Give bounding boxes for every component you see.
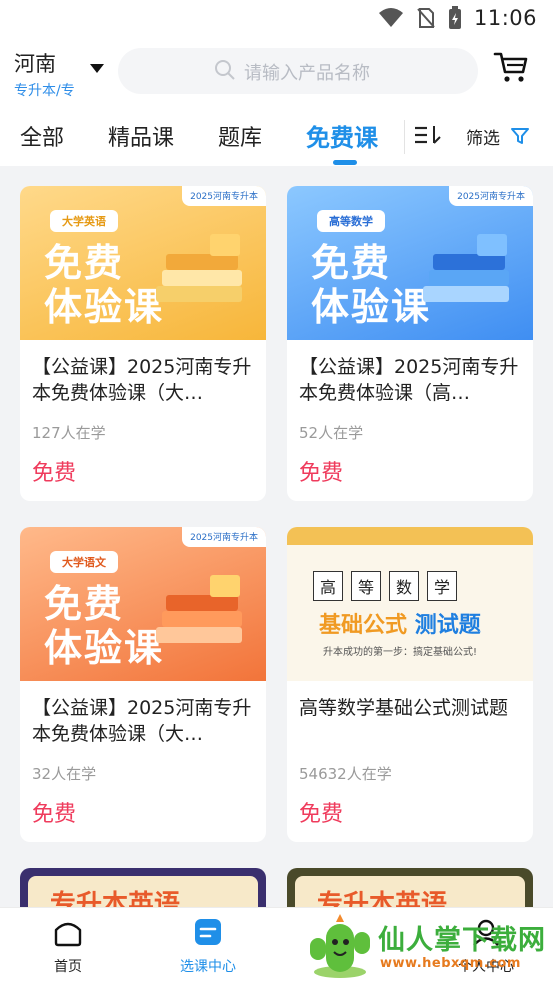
course-card[interactable]: 2025河南专升本 大学英语 免费 体验课 【公益课】2025河南专升本免费体验…	[20, 186, 266, 501]
region-city: 河南	[14, 52, 56, 76]
subject-tag: 大学英语	[50, 210, 118, 232]
books-illustration	[423, 234, 509, 302]
title-char: 学	[427, 571, 458, 601]
price-label: 免费	[32, 802, 77, 827]
region-selector[interactable]: 河南 专升本/专	[14, 48, 94, 100]
cart-icon[interactable]	[493, 50, 529, 84]
filter-button[interactable]: 筛选	[466, 124, 500, 149]
watermark-url: www.hebxqm.com	[380, 956, 521, 971]
wifi-icon	[378, 8, 403, 27]
course-title: 高等数学基础公式测试题	[299, 697, 509, 719]
category-tabs: 全部 精品课 题库 免费课 筛选	[0, 106, 553, 166]
tab-premium[interactable]: 精品课	[108, 120, 174, 152]
learner-count: 32人在学	[32, 765, 97, 783]
thumbnail-headline-part: 基础公式	[319, 613, 408, 638]
thumbnail-headline: 基础公式 测试题	[319, 607, 481, 639]
course-card[interactable]: 高 等 数 学 基础公式 测试题 升本成功的第一步：搞定基础公式! 高等数学基础…	[287, 527, 533, 842]
battery-icon	[448, 6, 461, 29]
search-icon	[215, 60, 235, 80]
course-title: 【公益课】2025河南专升本免费体验课（大…	[32, 356, 252, 404]
course-card[interactable]: 2025河南专升本 大学语文 免费 体验课 【公益课】2025河南专升本免费体验…	[20, 527, 266, 842]
watermark-text: 仙人掌下载网	[378, 925, 546, 956]
learner-count: 54632人在学	[299, 765, 392, 783]
price-label: 免费	[299, 802, 344, 827]
learner-count: 127人在学	[32, 424, 106, 442]
search-input[interactable]: 请输入产品名称	[118, 48, 478, 94]
thumbnail-headline: 体验课	[44, 625, 165, 670]
region-sub: 专升本/专	[14, 83, 75, 99]
divider	[404, 120, 405, 154]
thumbnail-title-boxes: 高 等 数 学	[313, 571, 458, 601]
title-char: 数	[389, 571, 420, 601]
nav-home[interactable]: 首页	[18, 916, 118, 976]
home-icon	[54, 922, 82, 947]
course-title: 【公益课】2025河南专升本免费体验课（高…	[299, 356, 519, 404]
course-thumbnail: 2025河南专升本 大学英语 免费 体验课	[20, 186, 266, 340]
status-bar: 11:06	[0, 0, 553, 36]
thumbnail-headline: 体验课	[44, 284, 165, 329]
caret-down-icon[interactable]	[90, 64, 104, 73]
search-placeholder: 请输入产品名称	[244, 63, 370, 84]
course-center-icon	[195, 919, 221, 945]
thumbnail-headline-highlight: 测试题	[414, 613, 481, 638]
thumbnail-tagline: 升本成功的第一步：搞定基础公式!	[323, 647, 478, 658]
course-thumbnail: 2025河南专升本 高等数学 免费 体验课	[287, 186, 533, 340]
subject-tag: 高等数学	[317, 210, 385, 232]
price-label: 免费	[32, 461, 77, 486]
price-label: 免费	[299, 461, 344, 486]
tab-all[interactable]: 全部	[20, 120, 64, 152]
learner-count: 52人在学	[299, 424, 364, 442]
title-char: 高	[313, 571, 344, 601]
title-char: 等	[351, 571, 382, 601]
active-tab-indicator	[333, 160, 357, 165]
books-illustration	[156, 575, 242, 643]
no-sim-icon	[417, 8, 435, 28]
nav-label: 首页	[54, 959, 82, 975]
course-title: 【公益课】2025河南专升本免费体验课（大…	[32, 697, 252, 745]
books-illustration	[156, 234, 242, 302]
thumbnail-stripe	[287, 527, 533, 545]
watermark: 仙人掌下载网 www.hebxqm.com	[300, 912, 553, 980]
course-thumbnail: 高 等 数 学 基础公式 测试题 升本成功的第一步：搞定基础公式!	[287, 527, 533, 681]
course-thumbnail: 2025河南专升本 大学语文 免费 体验课	[20, 527, 266, 681]
nav-label: 选课中心	[180, 959, 236, 975]
nav-course-center[interactable]: 选课中心	[158, 916, 258, 976]
brand-badge: 2025河南专升本	[182, 186, 266, 206]
header: 河南 专升本/专 请输入产品名称	[0, 36, 553, 106]
brand-badge: 2025河南专升本	[182, 527, 266, 547]
sort-icon[interactable]	[414, 124, 442, 146]
clock: 11:06	[473, 6, 537, 30]
filter-icon[interactable]	[510, 126, 530, 146]
tab-free[interactable]: 免费课	[306, 118, 378, 153]
course-card[interactable]: 2025河南专升本 高等数学 免费 体验课 【公益课】2025河南专升本免费体验…	[287, 186, 533, 501]
thumbnail-headline: 体验课	[311, 284, 432, 329]
brand-badge: 2025河南专升本	[449, 186, 533, 206]
cactus-logo-icon	[310, 914, 370, 978]
subject-tag: 大学语文	[50, 551, 118, 573]
tab-question-bank[interactable]: 题库	[218, 120, 262, 152]
